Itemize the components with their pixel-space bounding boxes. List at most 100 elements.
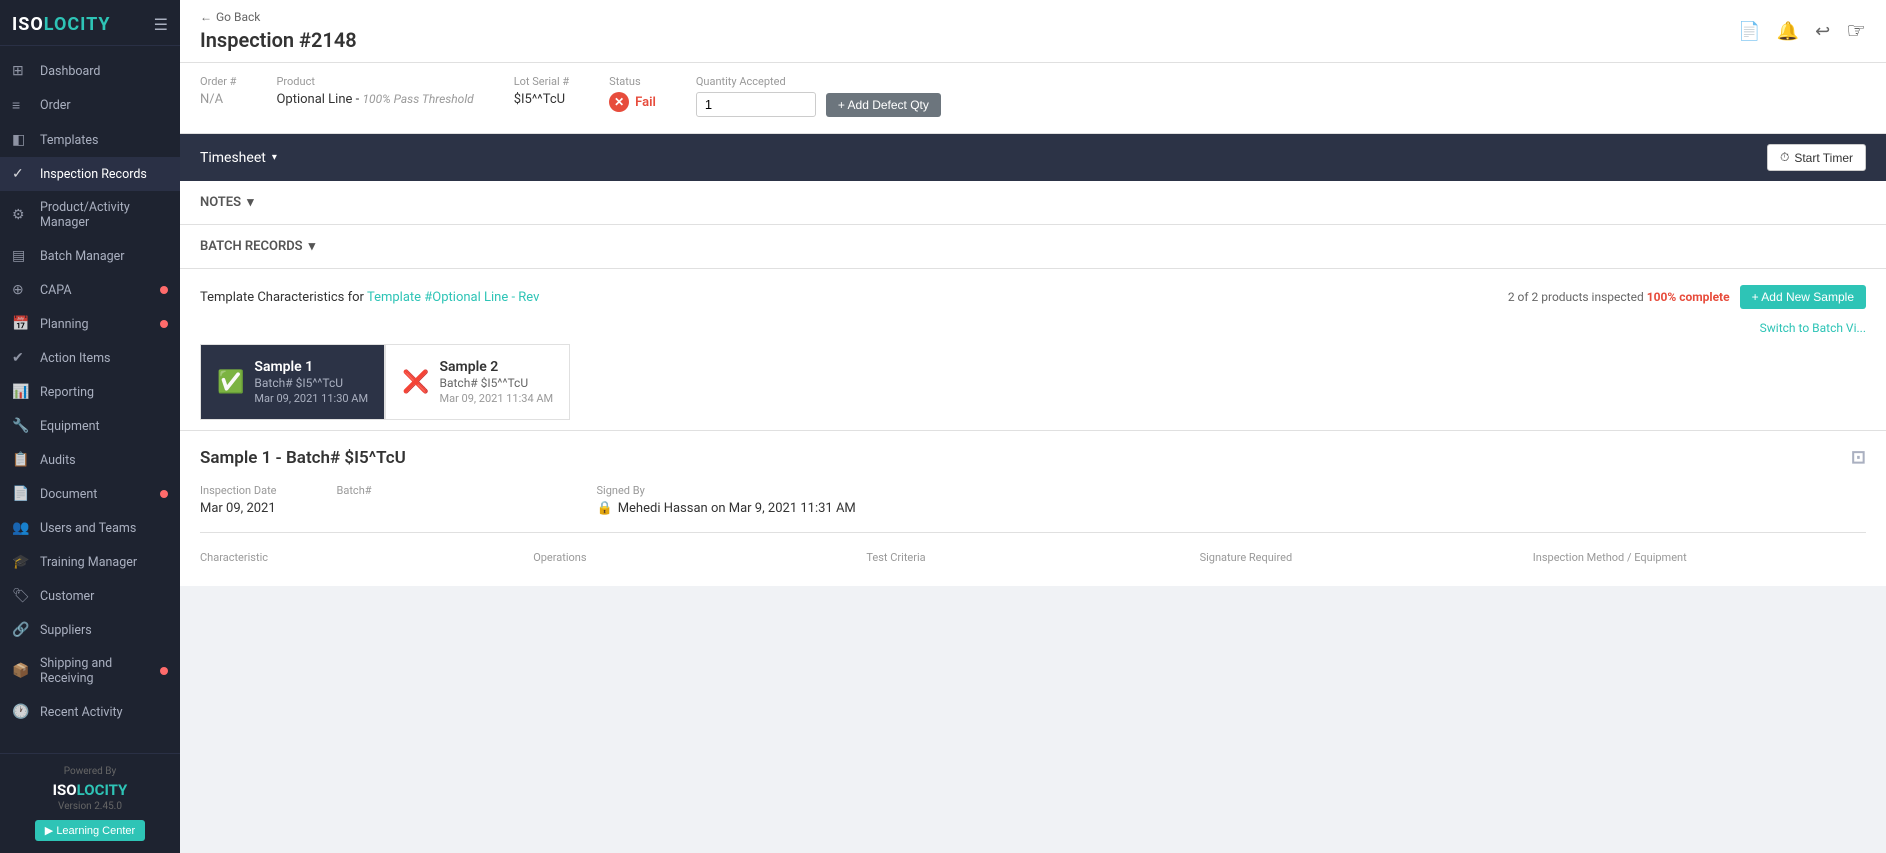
sidebar-label-action-items: Action Items <box>40 351 168 366</box>
sidebar-item-capa[interactable]: ⊕ CAPA <box>0 273 180 307</box>
sidebar-item-batch-manager[interactable]: ▤ Batch Manager <box>0 239 180 273</box>
sidebar-item-suppliers[interactable]: 🔗 Suppliers <box>0 613 180 647</box>
sidebar-item-document[interactable]: 📄 Document <box>0 477 180 511</box>
sidebar-item-dashboard[interactable]: ⊞ Dashboard <box>0 54 180 88</box>
char-col-characteristic: Characteristic <box>200 545 533 570</box>
stats-count: 2 of 2 products inspected <box>1508 290 1644 304</box>
product-field: Product Optional Line - 100% Pass Thresh… <box>276 75 473 117</box>
sample-card-sample-2[interactable]: ❌ Sample 2 Batch# $I5^^TcU Mar 09, 2021 … <box>385 344 570 420</box>
app-logo: ISOLOCITY <box>12 14 111 35</box>
status-value: ✕ Fail <box>609 92 656 112</box>
sidebar-item-equipment[interactable]: 🔧 Equipment <box>0 409 180 443</box>
sidebar-item-order[interactable]: ≡ Order <box>0 88 180 123</box>
template-title-prefix: Template Characteristics for <box>200 290 364 305</box>
template-header: Template Characteristics for Template #O… <box>200 285 1866 309</box>
batch-records-header[interactable]: BATCH RECORDS ▾ <box>200 239 1866 254</box>
start-timer-button[interactable]: ⏱ Start Timer <box>1767 144 1866 171</box>
sidebar-label-product-activity-manager: Product/Activity Manager <box>40 200 168 230</box>
sample-status-icon-sample-2: ❌ <box>402 370 429 395</box>
sidebar-icon-planning: 📅 <box>12 316 32 332</box>
lot-serial-field: Lot Serial # $I5^^TcU <box>514 75 569 117</box>
sample-status-icon-sample-1: ✅ <box>217 370 244 395</box>
sidebar-badge-capa <box>160 286 168 294</box>
sidebar-item-templates[interactable]: ◧ Templates <box>0 123 180 157</box>
export-icon[interactable]: ⊡ <box>1851 447 1866 468</box>
sidebar-icon-inspection-records: ✓ <box>12 166 32 182</box>
sidebar-label-equipment: Equipment <box>40 419 168 434</box>
add-defect-button[interactable]: + Add Defect Qty <box>826 93 941 117</box>
timesheet-label-text: Timesheet <box>200 150 266 166</box>
sidebar-item-users-and-teams[interactable]: 👥 Users and Teams <box>0 511 180 545</box>
order-field: Order # N/A <box>200 75 236 117</box>
signed-by-value: 🔒 Mehedi Hassan on Mar 9, 2021 11:31 AM <box>597 501 856 516</box>
notes-header[interactable]: NOTES ▾ <box>200 195 1866 210</box>
bell-icon[interactable]: 🔔 <box>1777 21 1799 42</box>
stats-text: 2 of 2 products inspected 100% complete <box>1508 290 1730 304</box>
qty-accepted-label: Quantity Accepted <box>696 75 941 88</box>
go-back-button[interactable]: ← Go Back <box>200 10 357 24</box>
qty-accepted-input[interactable] <box>696 92 816 117</box>
topbar-right: 📄 🔔 ↩ ☞ <box>1738 19 1866 44</box>
go-back-label: Go Back <box>216 10 260 24</box>
sidebar-label-recent-activity: Recent Activity <box>40 705 168 720</box>
sidebar-icon-equipment: 🔧 <box>12 418 32 434</box>
sample-date-sample-1: Mar 09, 2021 11:30 AM <box>254 392 368 405</box>
sidebar-icon-capa: ⊕ <box>12 282 32 298</box>
switch-view-button[interactable]: Switch to Batch Vi... <box>1760 321 1866 335</box>
fail-icon: ✕ <box>609 92 629 112</box>
content-scroll: Timesheet ▾ ⏱ Start Timer NOTES ▾ BATCH … <box>180 134 1886 853</box>
sidebar-badge-document <box>160 490 168 498</box>
add-new-sample-button[interactable]: + Add New Sample <box>1740 285 1866 309</box>
powered-by-label: Powered By <box>12 766 168 777</box>
batch-records-section: BATCH RECORDS ▾ <box>180 225 1886 269</box>
template-stats: 2 of 2 products inspected 100% complete … <box>1508 285 1866 309</box>
char-table-header: CharacteristicOperationsTest CriteriaSig… <box>200 532 1866 570</box>
notes-chevron-icon: ▾ <box>247 195 254 210</box>
sidebar-icon-product-activity-manager: ⚙ <box>12 207 32 223</box>
order-label: Order # <box>200 75 236 88</box>
sidebar-item-reporting[interactable]: 📊 Reporting <box>0 375 180 409</box>
sidebar-icon-shipping-and-receiving: 📦 <box>12 663 32 679</box>
sidebar-label-training-manager: Training Manager <box>40 555 168 570</box>
inspection-date-field: Inspection Date Mar 09, 2021 <box>200 484 277 516</box>
footer-version: Version 2.45.0 <box>12 801 168 812</box>
sample-card-sample-1[interactable]: ✅ Sample 1 Batch# $I5^^TcU Mar 09, 2021 … <box>200 344 385 420</box>
char-col-operations: Operations <box>533 545 866 570</box>
sidebar-item-inspection-records[interactable]: ✓ Inspection Records <box>0 157 180 191</box>
sidebar-item-product-activity-manager[interactable]: ⚙ Product/Activity Manager <box>0 191 180 239</box>
batch-field: Batch# <box>337 484 537 516</box>
template-title: Template Characteristics for Template #O… <box>200 290 539 305</box>
sidebar-item-shipping-and-receiving[interactable]: 📦 Shipping and Receiving <box>0 647 180 695</box>
sidebar-item-audits[interactable]: 📋 Audits <box>0 443 180 477</box>
hamburger-icon[interactable]: ☰ <box>154 15 168 34</box>
sidebar-icon-customer: 🏷 <box>12 588 32 604</box>
sample-cards: ✅ Sample 1 Batch# $I5^^TcU Mar 09, 2021 … <box>200 344 1866 420</box>
sidebar-item-recent-activity[interactable]: 🕐 Recent Activity <box>0 695 180 729</box>
sidebar-icon-recent-activity: 🕐 <box>12 704 32 720</box>
sample-detail-fields: Inspection Date Mar 09, 2021 Batch# Sign… <box>200 484 1866 516</box>
product-value: Optional Line - 100% Pass Threshold <box>276 92 473 107</box>
learning-center-button[interactable]: ▶ Learning Center <box>35 820 145 841</box>
template-section: Template Characteristics for Template #O… <box>180 269 1886 431</box>
sidebar-item-planning[interactable]: 📅 Planning <box>0 307 180 341</box>
timesheet-chevron-icon: ▾ <box>272 152 277 163</box>
batch-label: Batch# <box>337 484 537 497</box>
sidebar-label-inspection-records: Inspection Records <box>40 167 168 182</box>
sidebar-label-capa: CAPA <box>40 283 156 298</box>
sidebar-icon-users-and-teams: 👥 <box>12 520 32 536</box>
template-link[interactable]: Template #Optional Line - Rev <box>367 290 539 305</box>
sidebar-item-training-manager[interactable]: 🎓 Training Manager <box>0 545 180 579</box>
sidebar-item-action-items[interactable]: ✔ Action Items <box>0 341 180 375</box>
stats-complete: 100% complete <box>1647 290 1730 304</box>
sidebar-item-customer[interactable]: 🏷 Customer <box>0 579 180 613</box>
main-content: ← Go Back Inspection #2148 📄 🔔 ↩ ☞ Order… <box>180 0 1886 853</box>
sidebar-icon-batch-manager: ▤ <box>12 248 32 264</box>
sidebar-icon-action-items: ✔ <box>12 350 32 366</box>
sample-batch-sample-1: Batch# $I5^^TcU <box>254 376 368 390</box>
sample-detail: Sample 1 - Batch# $I5^TcU ⊡ Inspection D… <box>180 431 1886 586</box>
char-col-signature-required: Signature Required <box>1200 545 1533 570</box>
sidebar-label-templates: Templates <box>40 133 168 148</box>
history-icon[interactable]: ↩ <box>1815 21 1830 42</box>
document-icon[interactable]: 📄 <box>1738 21 1760 42</box>
timesheet-toggle[interactable]: Timesheet ▾ <box>200 150 277 166</box>
